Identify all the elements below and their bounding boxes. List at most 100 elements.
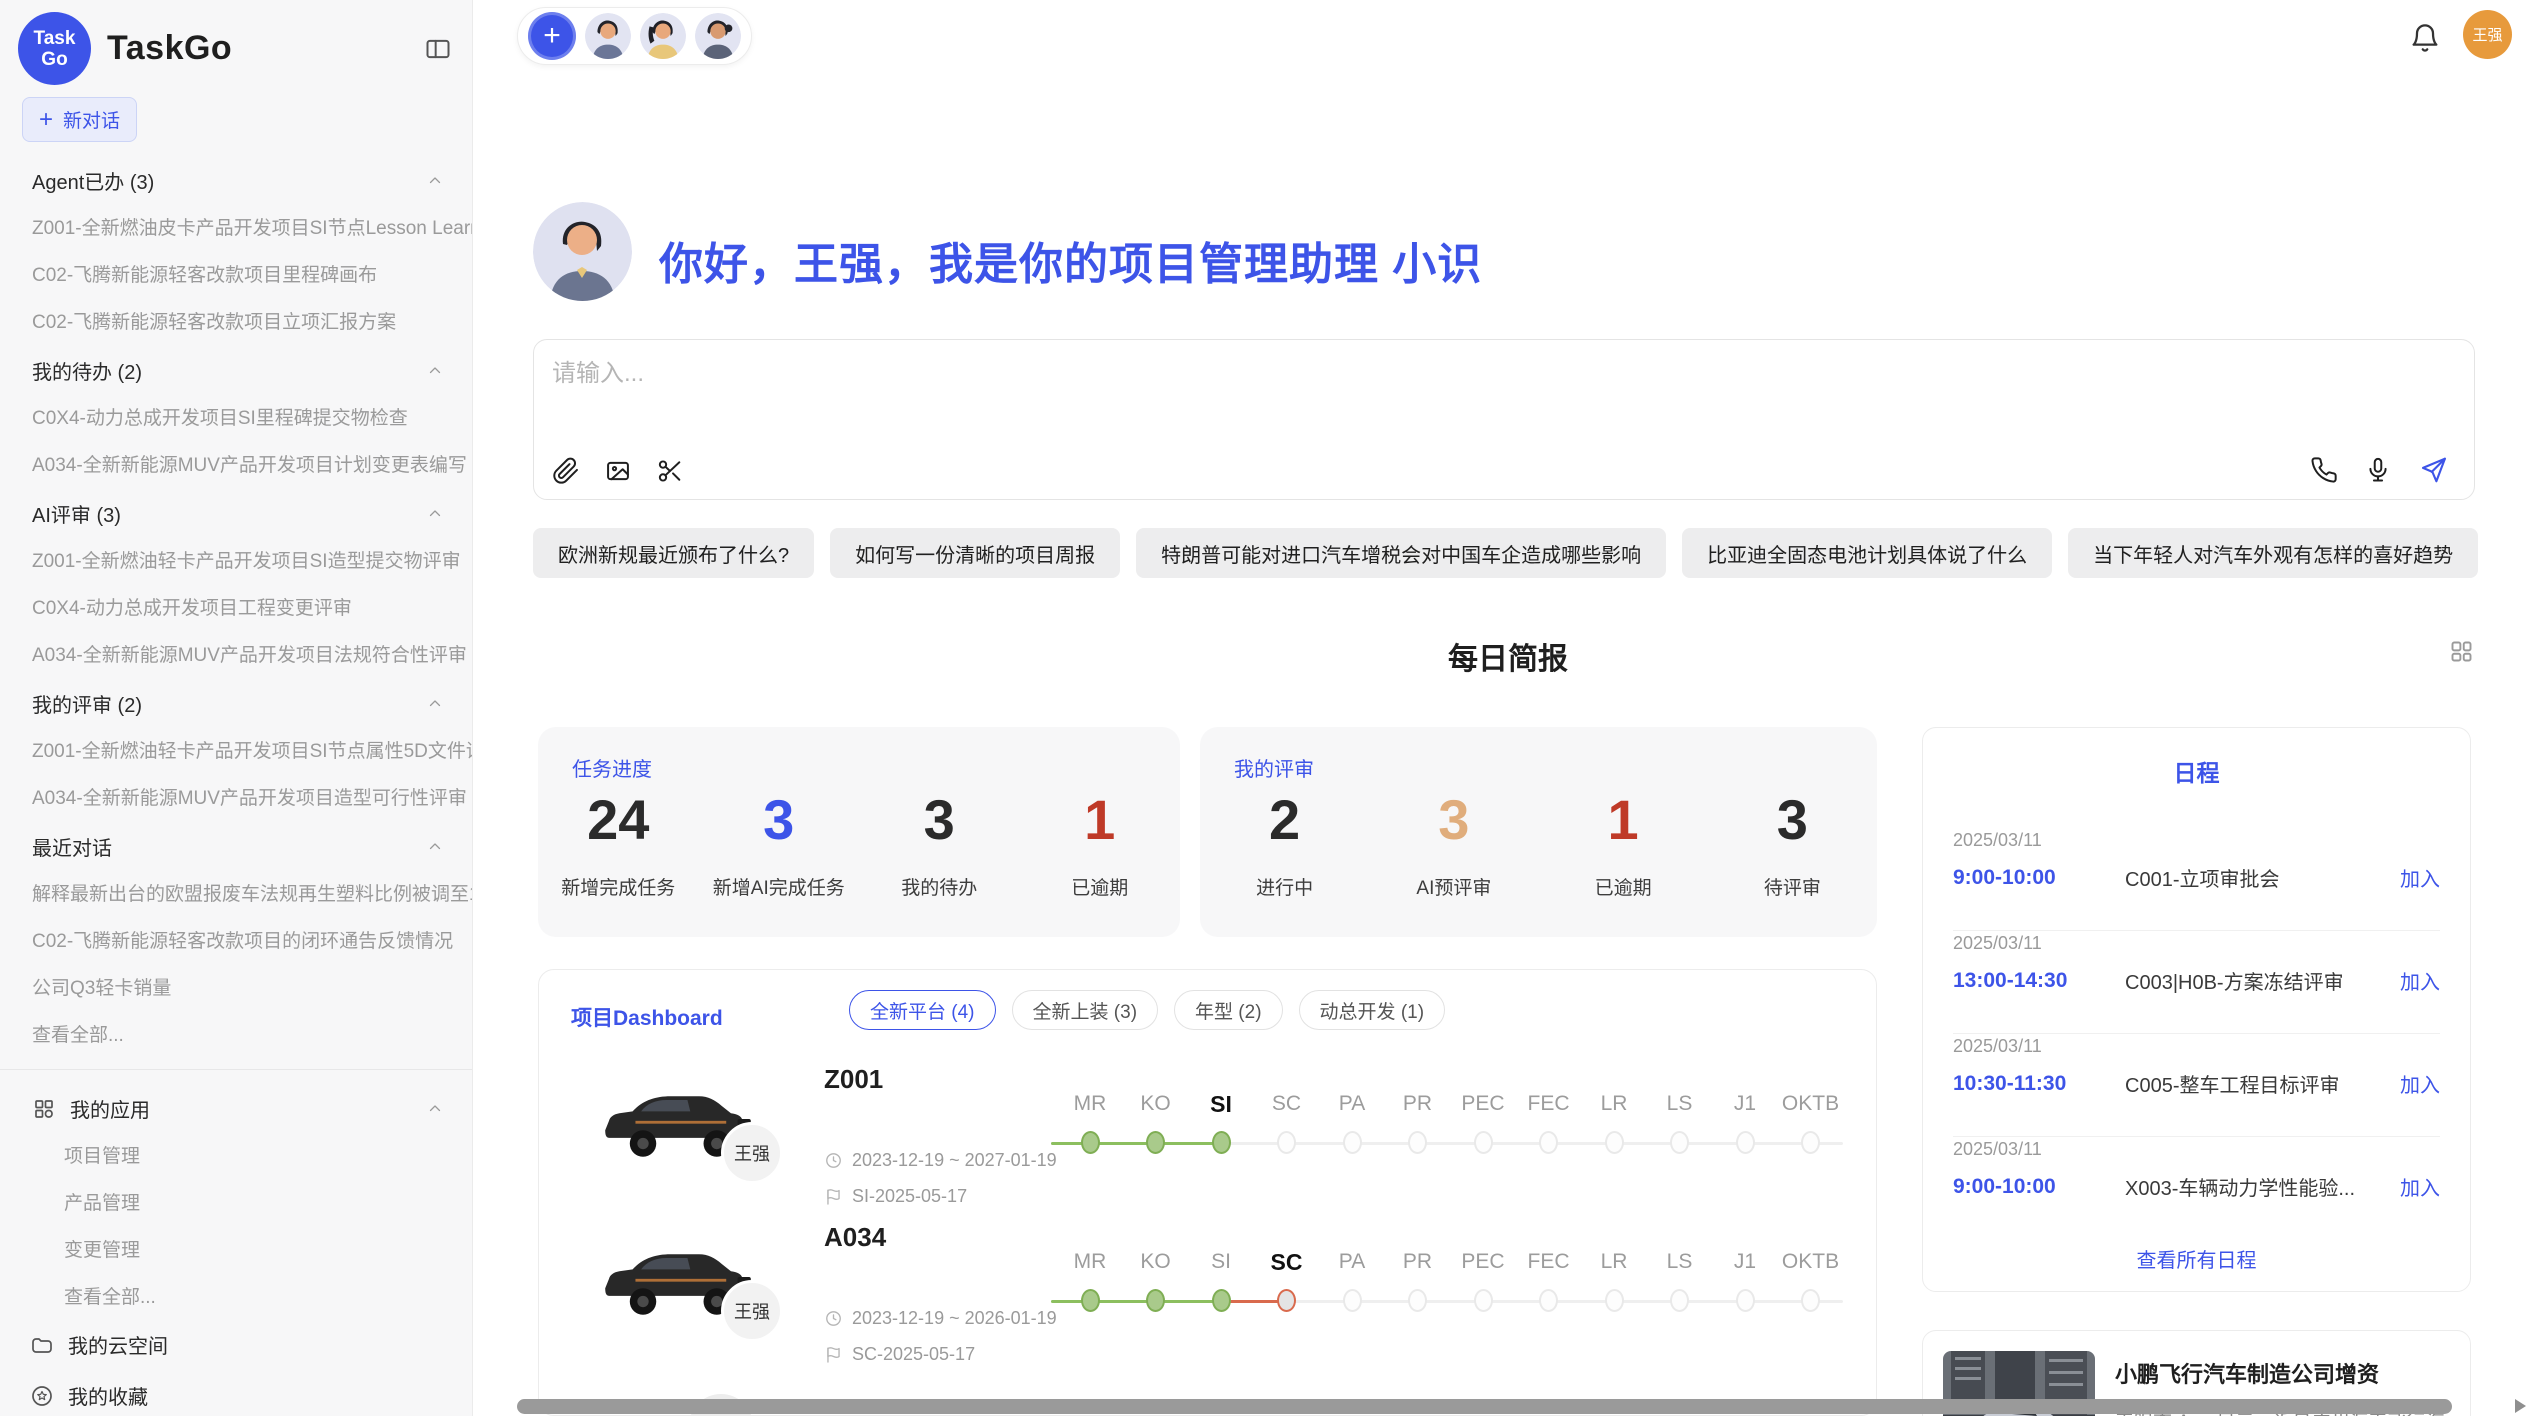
add-agent-button[interactable]: + <box>528 12 576 60</box>
phone-icon[interactable] <box>2310 456 2338 484</box>
milestone-dot <box>1277 1131 1296 1154</box>
suggestion-chip[interactable]: 比亚迪全固态电池计划具体说了什么 <box>1682 528 2052 578</box>
send-icon[interactable] <box>2418 455 2448 485</box>
my-apps-item[interactable]: 项目管理 <box>0 1131 472 1178</box>
schedule-event: 2025/03/11 10:30-11:30 C005-整车工程目标评审 加入 <box>1923 1034 2470 1137</box>
recent-chats-view-all[interactable]: 查看全部... <box>0 1010 472 1057</box>
recent-chats-header[interactable]: 最近对话 <box>0 820 472 869</box>
sidebar-item[interactable]: C02-飞腾新能源轻客改款项目立项汇报方案 <box>0 297 472 344</box>
my-apps-header[interactable]: 我的应用 <box>0 1082 472 1131</box>
scissors-icon[interactable] <box>656 457 684 485</box>
stat-row: 2 进行中 3 AI预评审 1 已逾期 <box>1200 789 1877 900</box>
sidebar-item[interactable]: A034-全新新能源MUV产品开发项目计划变更表编写 <box>0 440 472 487</box>
image-icon[interactable] <box>604 457 632 485</box>
sidebar-item[interactable]: A034-全新新能源MUV产品开发项目法规符合性评审 <box>0 630 472 677</box>
composer-right-icons <box>2310 455 2448 485</box>
event-join-link[interactable]: 加入 <box>2400 863 2440 892</box>
milestone-dot <box>1474 1131 1493 1154</box>
sidebar-group-header[interactable]: 我的待办 (2) <box>0 344 472 393</box>
page: Task Go TaskGo + 新对话 Agent已办 (3) <box>0 0 2532 1416</box>
attachment-icon[interactable] <box>552 457 580 485</box>
stat-label: 进行中 <box>1200 873 1369 900</box>
message-input[interactable] <box>552 354 2052 394</box>
milestone-label: SC <box>1254 1248 1320 1276</box>
sidebar-group-header[interactable]: AI评审 (3) <box>0 487 472 536</box>
agent-avatar[interactable] <box>695 13 741 59</box>
scrollbar-right-arrow-icon[interactable] <box>2515 1399 2526 1413</box>
milestone: SI <box>1188 1090 1254 1154</box>
sidebar-header: Task Go TaskGo <box>0 0 472 95</box>
view-all-schedule-link[interactable]: 查看所有日程 <box>1923 1244 2470 1273</box>
milestone-dot <box>1408 1289 1427 1312</box>
dashboard-tab[interactable]: 全新上装 (3) <box>1012 990 1159 1030</box>
sidebar-item[interactable]: C02-飞腾新能源轻客改款项目里程碑画布 <box>0 250 472 297</box>
suggestion-chip[interactable]: 当下年轻人对汽车外观有怎样的喜好趋势 <box>2068 528 2478 578</box>
sidebar-item[interactable]: Z001-全新燃油轻卡产品开发项目SI节点属性5D文件评审 <box>0 726 472 773</box>
my-apps-view-all[interactable]: 查看全部... <box>0 1272 472 1319</box>
schedule-title: 日程 <box>1923 754 2470 788</box>
horizontal-scrollbar-thumb[interactable] <box>517 1399 2452 1414</box>
recent-chat-item[interactable]: C02-飞腾新能源轻客改款项目的闭环通告反馈情况 <box>0 916 472 963</box>
dashboard-tab[interactable]: 动总开发 (1) <box>1299 990 1446 1030</box>
user-avatar[interactable]: 王强 <box>2463 10 2512 59</box>
dashboard-tab[interactable]: 年型 (2) <box>1174 990 1283 1030</box>
schedule-event: 2025/03/11 9:00-10:00 X003-车辆动力学性能验... 加… <box>1923 1137 2470 1240</box>
recent-chats-list: 解释最新出台的欧盟报废车法规再生塑料比例被调至15%... C02-飞腾新能源轻… <box>0 869 472 1010</box>
agent-avatar[interactable] <box>585 13 631 59</box>
main-area: + 王强 你好，王强，我是你的项目管理助理 小识 <box>473 0 2532 1416</box>
stat-label: 新增完成任务 <box>538 873 699 900</box>
stat: 3 待评审 <box>1708 789 1877 900</box>
suggestion-chip[interactable]: 如何写一份清晰的项目周报 <box>830 528 1120 578</box>
sidebar-item[interactable]: Z001-全新燃油轻卡产品开发项目SI造型提交物评审 <box>0 536 472 583</box>
sidebar-group-header[interactable]: 我的评审 (2) <box>0 677 472 726</box>
sidebar-shortcut[interactable]: 我的云空间 <box>0 1319 472 1370</box>
sidebar-item[interactable]: Z001-全新燃油皮卡产品开发项目SI节点Lesson Learn报告 <box>0 203 472 250</box>
sidebar-item[interactable]: A034-全新新能源MUV产品开发项目造型可行性评审 <box>0 773 472 820</box>
sidebar-group-header[interactable]: Agent已办 (3) <box>0 154 472 203</box>
my-apps-item[interactable]: 变更管理 <box>0 1225 472 1272</box>
event-date: 2025/03/11 <box>1953 1034 2440 1057</box>
milestone: SC <box>1254 1090 1320 1154</box>
project-row[interactable]: 王强 Z001 2023-12-19 ~ 2027-01-19 SI-2025-… <box>539 1062 1876 1220</box>
stat: 3 AI预评审 <box>1369 789 1538 900</box>
milestone: LR <box>1581 1248 1647 1312</box>
flag-icon <box>824 1345 843 1364</box>
milestone: PEC <box>1450 1090 1516 1154</box>
milestone: SC <box>1254 1248 1320 1312</box>
event-row: 10:30-11:30 C005-整车工程目标评审 加入 <box>1953 1069 2440 1098</box>
event-join-link[interactable]: 加入 <box>2400 966 2440 995</box>
sidebar-item[interactable]: C0X4-动力总成开发项目工程变更评审 <box>0 583 472 630</box>
sidebar-shortcut[interactable]: 我的收藏 <box>0 1370 472 1416</box>
plus-icon: + <box>39 108 53 132</box>
milestone-label: J1 <box>1712 1248 1778 1276</box>
layout-grid-icon[interactable] <box>2448 638 2475 665</box>
my-apps-list: 项目管理 产品管理 变更管理 <box>0 1131 472 1272</box>
agent-avatar[interactable] <box>640 13 686 59</box>
milestone-label: LS <box>1647 1248 1713 1276</box>
milestone: KO <box>1123 1090 1189 1154</box>
my-apps-item[interactable]: 产品管理 <box>0 1178 472 1225</box>
milestone: SI <box>1188 1248 1254 1312</box>
suggestion-chip[interactable]: 特朗普可能对进口汽车增税会对中国车企造成哪些影响 <box>1136 528 1666 578</box>
suggestion-chip[interactable]: 欧洲新规最近颁布了什么? <box>533 528 814 578</box>
assistant-avatar <box>533 202 632 301</box>
notification-bell-icon[interactable] <box>2409 22 2441 54</box>
milestone: LS <box>1647 1248 1713 1312</box>
new-chat-button[interactable]: + 新对话 <box>22 97 137 142</box>
sidebar-item[interactable]: C0X4-动力总成开发项目SI里程碑提交物检查 <box>0 393 472 440</box>
recent-chat-item[interactable]: 解释最新出台的欧盟报废车法规再生塑料比例被调至15%... <box>0 869 472 916</box>
sidebar-collapse-icon[interactable] <box>424 35 452 63</box>
stat: 1 已逾期 <box>1020 789 1181 900</box>
event-join-link[interactable]: 加入 <box>2400 1172 2440 1201</box>
event-date: 2025/03/11 <box>1953 828 2440 851</box>
milestone: LS <box>1647 1090 1713 1154</box>
dashboard-tab[interactable]: 全新平台 (4) <box>849 990 996 1030</box>
project-code: Z001 <box>824 1064 883 1095</box>
sidebar-group-items: Z001-全新燃油轻卡产品开发项目SI节点属性5D文件评审 A034-全新新能源… <box>0 726 472 820</box>
event-join-link[interactable]: 加入 <box>2400 1069 2440 1098</box>
project-row[interactable]: 王强 A034 2023-12-19 ~ 2026-01-19 SC-2025-… <box>539 1220 1876 1378</box>
new-chat-label: 新对话 <box>63 106 120 133</box>
recent-chat-item[interactable]: 公司Q3轻卡销量 <box>0 963 472 1010</box>
project-milestone-note: SI-2025-05-17 <box>852 1186 967 1207</box>
microphone-icon[interactable] <box>2364 456 2392 484</box>
